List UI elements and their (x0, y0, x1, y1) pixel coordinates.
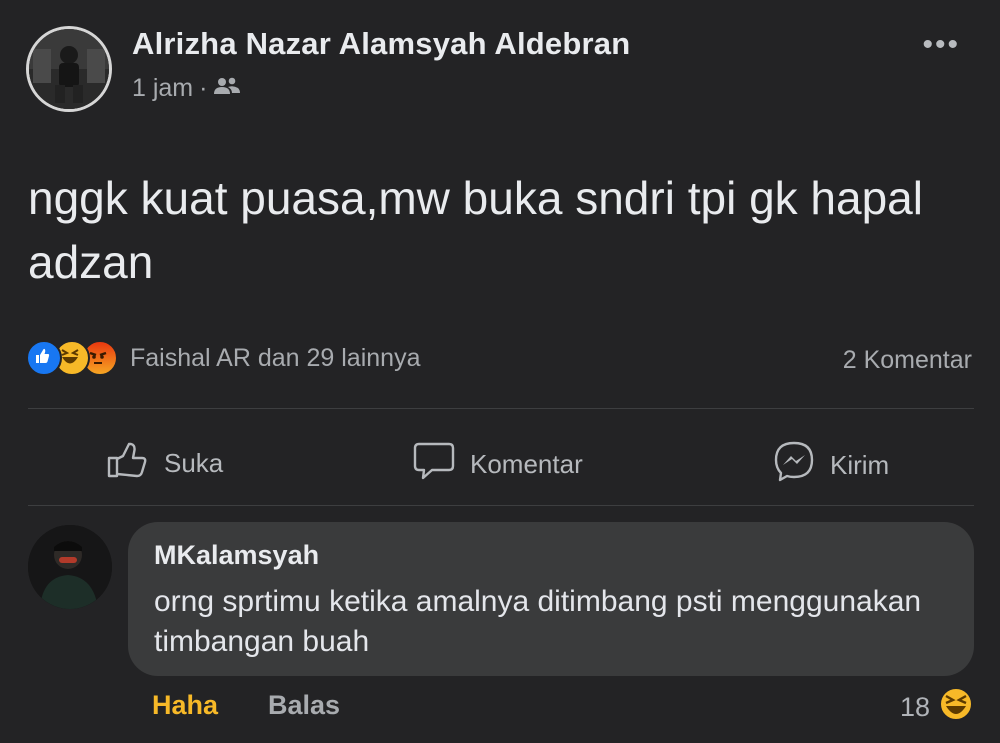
post-time[interactable]: 1 jam (132, 74, 193, 103)
comment-text: orng sprtimu ketika amalnya ditimbang ps… (154, 585, 922, 658)
comment-label: Komentar (470, 449, 583, 479)
thumbs-up-icon (106, 440, 150, 487)
like-icon (26, 340, 62, 376)
comment-reply-button[interactable]: Balas (268, 690, 340, 721)
reactions-summary[interactable]: Faishal AR dan 29 lainnya (26, 340, 420, 376)
post-author-name[interactable]: Alrizha Nazar Alamsyah Aldebran (132, 26, 630, 62)
divider (28, 408, 974, 409)
comment-reaction-summary[interactable]: 18 (900, 686, 974, 729)
comment-count[interactable]: 2 Komentar (843, 346, 972, 375)
like-button[interactable]: Suka (106, 440, 223, 487)
commenter-avatar[interactable] (28, 525, 112, 609)
comment-icon (412, 440, 456, 489)
haha-icon (938, 686, 974, 729)
divider (28, 505, 974, 506)
comment-button[interactable]: Komentar (412, 440, 583, 489)
comment-reaction-count: 18 (899, 692, 930, 722)
comment-haha-reaction-button[interactable]: Haha (152, 690, 218, 721)
author-avatar[interactable] (26, 26, 112, 112)
commenter-avatar-image (28, 525, 112, 609)
comment-bubble: MKalamsyah orng sprtimu ketika amalnya d… (128, 522, 974, 676)
reaction-names[interactable]: Faishal AR dan 29 lainnya (130, 344, 420, 373)
more-options-button[interactable]: ••• (922, 28, 960, 62)
commenter-name[interactable]: MKalamsyah (154, 540, 319, 571)
messenger-icon (772, 440, 816, 491)
send-button[interactable]: Kirim (772, 440, 889, 491)
send-label: Kirim (830, 450, 890, 480)
post-text: nggk kuat puasa,mw buka sndri tpi gk hap… (28, 172, 923, 288)
friends-icon (213, 74, 241, 103)
author-avatar-image (29, 29, 109, 109)
meta-separator: · (199, 74, 208, 102)
post-meta: 1 jam · (132, 74, 241, 103)
like-label: Suka (164, 448, 224, 478)
